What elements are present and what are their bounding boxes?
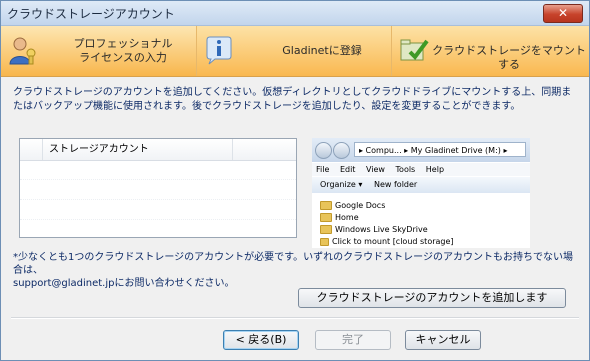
forward-arrow-icon bbox=[333, 142, 350, 159]
step-mount-cloud-storage[interactable]: クラウドストレージをマウントする bbox=[392, 26, 589, 76]
explorer-nav-bar: ▸ Compu... ▸ My Gladinet Drive (M:) ▸ bbox=[312, 138, 530, 162]
step-professional-license[interactable]: プロフェッショナル ライセンスの入力 bbox=[1, 26, 197, 76]
footer-separator bbox=[11, 317, 579, 319]
user-key-icon bbox=[9, 37, 36, 65]
explorer-new-folder: New folder bbox=[374, 180, 418, 189]
title-bar[interactable]: クラウドストレージアカウント ✕ bbox=[1, 1, 589, 26]
wizard-steps: プロフェッショナル ライセンスの入力 Gladinetに登録 クラウドストレージ… bbox=[1, 26, 589, 77]
close-button[interactable]: ✕ bbox=[543, 4, 583, 23]
folder-icon bbox=[320, 237, 329, 246]
note-line-1: *少なくとも1つのクラウドストレージのアカウントが必要です。いずれのクラウドスト… bbox=[13, 252, 573, 276]
cancel-button[interactable]: キャンセル bbox=[405, 330, 481, 350]
explorer-menu-edit: Edit bbox=[339, 165, 356, 174]
explorer-item-label: Click to mount [cloud storage] bbox=[332, 237, 454, 246]
folder-icon bbox=[320, 225, 332, 234]
explorer-address-bar: ▸ Compu... ▸ My Gladinet Drive (M:) ▸ bbox=[354, 142, 526, 157]
requirement-note: *少なくとも1つのクラウドストレージのアカウントが必要です。いずれのクラウドスト… bbox=[13, 251, 579, 290]
folder-icon bbox=[320, 201, 332, 210]
cloud-folder-check-icon bbox=[400, 39, 429, 61]
step-1-label-line1: プロフェッショナル bbox=[73, 37, 173, 50]
folder-icon bbox=[320, 213, 332, 222]
explorer-item: Google Docs bbox=[320, 200, 385, 212]
back-button[interactable]: < 戻る(B) bbox=[223, 330, 299, 350]
step-register-gladinet[interactable]: Gladinetに登録 bbox=[197, 26, 392, 76]
explorer-menu-file: File bbox=[316, 165, 330, 174]
explorer-menu-tools: Tools bbox=[395, 165, 416, 174]
column-header-storage-account[interactable]: ストレージアカウント bbox=[43, 139, 233, 160]
explorer-item-label: Google Docs bbox=[335, 201, 386, 210]
list-row-divider bbox=[20, 219, 296, 220]
explorer-item: Windows Live SkyDrive bbox=[320, 224, 428, 236]
column-header-blank[interactable] bbox=[20, 139, 43, 160]
info-icon bbox=[206, 36, 232, 65]
back-arrow-icon bbox=[315, 142, 332, 159]
explorer-item: Home bbox=[320, 212, 359, 224]
finish-button[interactable]: 完了 bbox=[315, 330, 391, 350]
explorer-organize: Organize ▾ bbox=[320, 180, 363, 189]
explorer-menu-view: View bbox=[365, 165, 385, 174]
explorer-toolbar: Organize ▾ New folder bbox=[312, 177, 530, 193]
add-cloud-account-button[interactable]: クラウドストレージのアカウントを追加します bbox=[298, 288, 566, 308]
list-header: ストレージアカウント bbox=[20, 139, 296, 161]
step-2-label: Gladinetに登録 bbox=[282, 44, 362, 57]
step-1-label-line2: ライセンスの入力 bbox=[79, 51, 167, 64]
step-3-label: クラウドストレージをマウントする bbox=[432, 44, 586, 71]
dialog-window: クラウドストレージアカウント ✕ プロフェッショナル ライセンスの入力 Glad… bbox=[0, 0, 590, 361]
explorer-item-label: Home bbox=[335, 213, 359, 222]
explorer-item-label: Windows Live SkyDrive bbox=[335, 225, 428, 234]
explorer-item: Click to mount [cloud storage] bbox=[320, 236, 454, 248]
explorer-menu-bar: File Edit View Tools Help bbox=[312, 163, 530, 176]
description-text: クラウドストレージのアカウントを追加してください。仮想ディレクトリとしてクラウド… bbox=[13, 87, 572, 112]
list-row-divider bbox=[20, 179, 296, 180]
window-title: クラウドストレージアカウント bbox=[7, 7, 175, 21]
explorer-preview-image: ▸ Compu... ▸ My Gladinet Drive (M:) ▸ Fi… bbox=[312, 138, 530, 248]
list-row-divider bbox=[20, 199, 296, 200]
storage-account-list[interactable]: ストレージアカウント bbox=[19, 138, 297, 238]
column-header-extra[interactable] bbox=[234, 139, 296, 160]
explorer-menu-help: Help bbox=[425, 165, 445, 174]
